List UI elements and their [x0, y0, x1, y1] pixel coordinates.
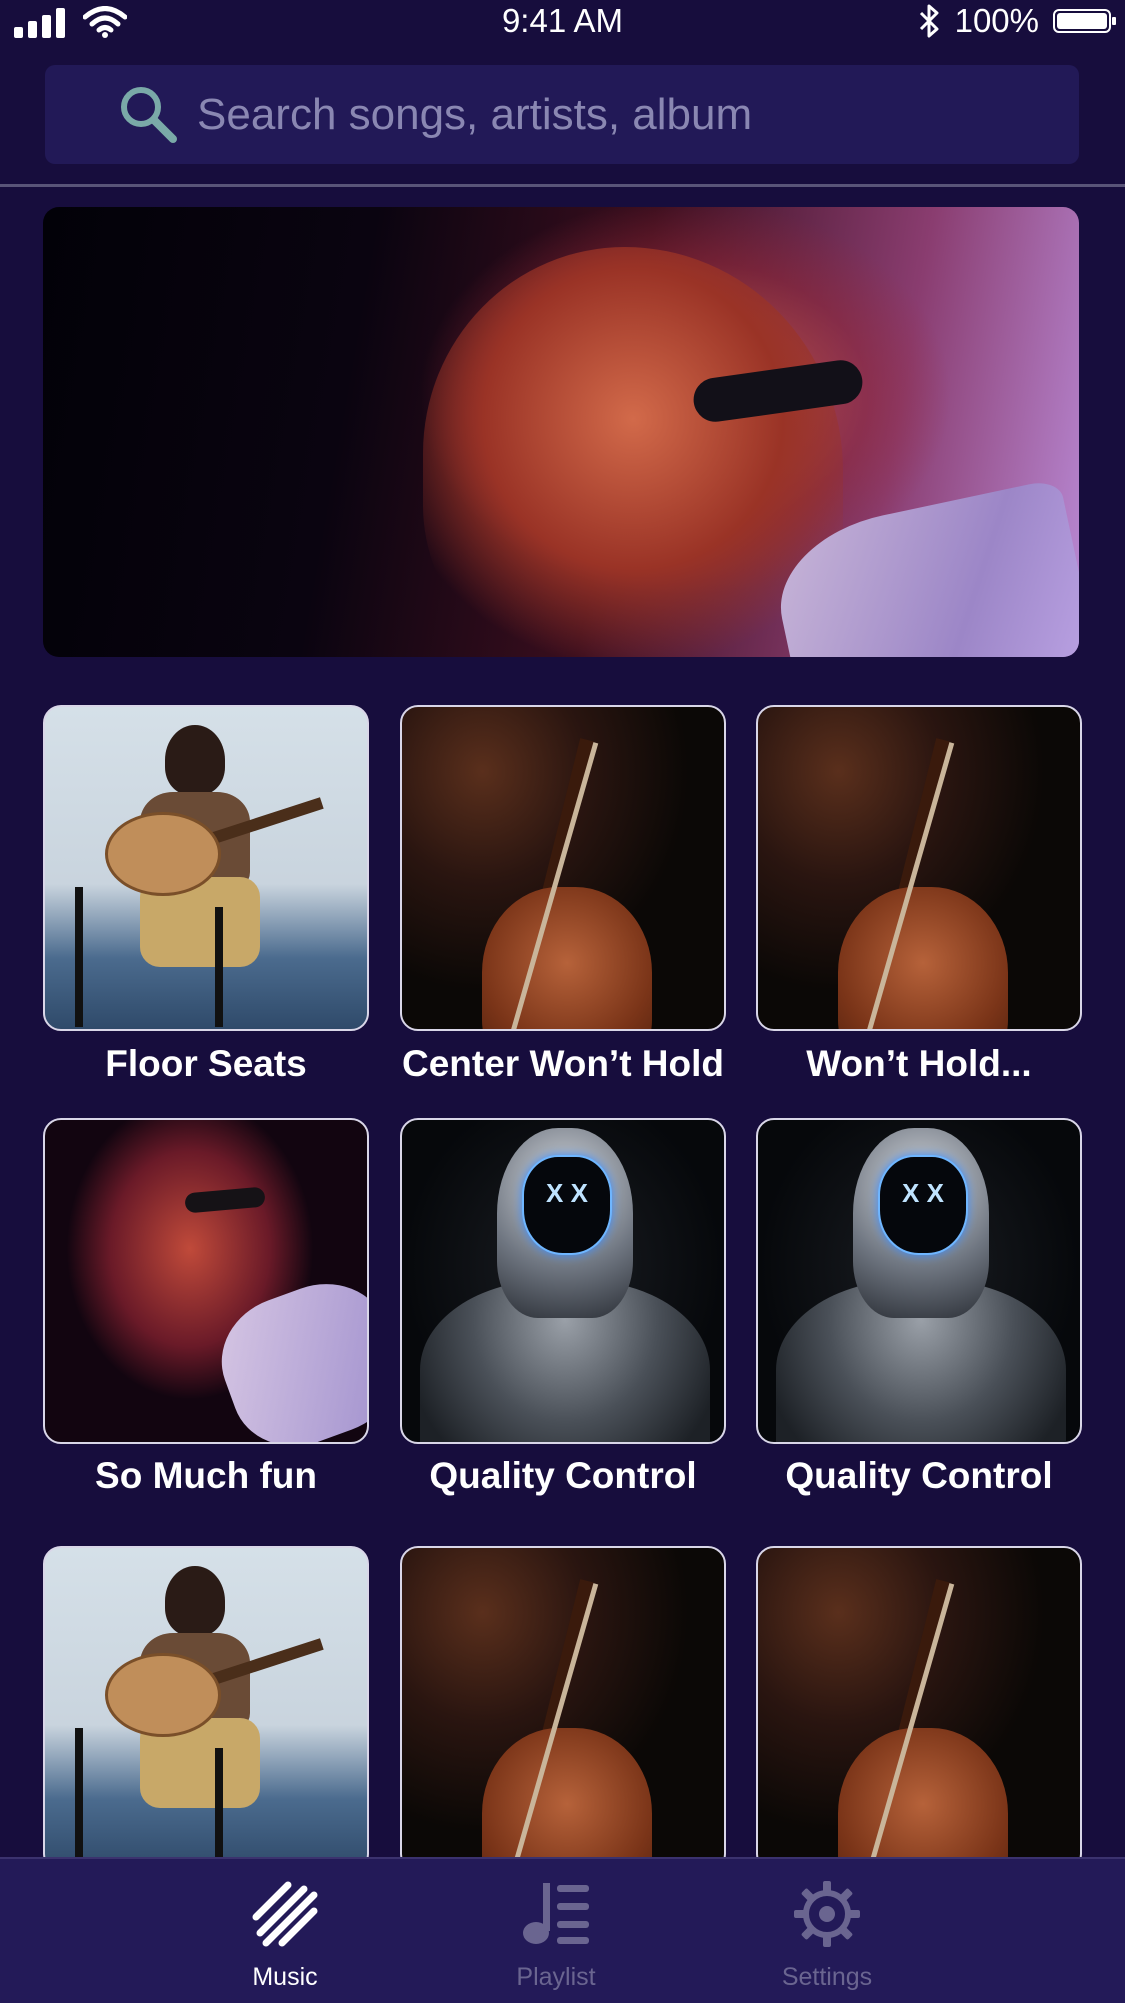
- header-divider: [0, 184, 1125, 187]
- album-title[interactable]: Floor Seats: [26, 1043, 386, 1085]
- album-title[interactable]: Quality Control: [739, 1455, 1099, 1497]
- nav-label-settings: Settings: [781, 1963, 873, 1991]
- bottom-nav: Music Playlist Settings: [0, 1857, 1125, 2003]
- nav-item-playlist[interactable]: Playlist: [456, 1859, 656, 2003]
- status-bar: 9:41 AM 100%: [0, 0, 1125, 50]
- album-cover-quality-control[interactable]: X X: [400, 1118, 726, 1444]
- album-cover-floor-seats[interactable]: [43, 705, 369, 1031]
- battery-icon: [1053, 9, 1116, 33]
- album-cover-so-much-fun[interactable]: [43, 1118, 369, 1444]
- album-cover[interactable]: [756, 1546, 1082, 1872]
- search-bar[interactable]: [45, 65, 1079, 164]
- album-title[interactable]: Won’t Hold...: [739, 1043, 1099, 1085]
- battery-percent: 100%: [954, 2, 1039, 39]
- featured-banner[interactable]: [43, 207, 1079, 657]
- search-input[interactable]: [197, 65, 1057, 164]
- bluetooth-icon: [919, 4, 939, 38]
- hero-image: [423, 247, 843, 657]
- album-title[interactable]: Quality Control: [383, 1455, 743, 1497]
- album-title[interactable]: So Much fun: [26, 1455, 386, 1497]
- music-icon: [252, 1881, 318, 1947]
- nav-item-music[interactable]: Music: [185, 1859, 385, 2003]
- battery-fill: [1057, 13, 1107, 29]
- nav-item-settings[interactable]: Settings: [727, 1859, 927, 2003]
- playlist-icon: [523, 1883, 589, 1944]
- album-title[interactable]: Center Won’t Hold: [383, 1043, 743, 1085]
- album-cover[interactable]: [43, 1546, 369, 1872]
- album-cover-wont-hold[interactable]: [756, 705, 1082, 1031]
- gear-icon: [794, 1881, 860, 1947]
- nav-label-playlist: Playlist: [516, 1963, 596, 1991]
- album-cover-center-wont-hold[interactable]: [400, 705, 726, 1031]
- album-cover[interactable]: [400, 1546, 726, 1872]
- search-icon: [121, 87, 177, 143]
- nav-label-music: Music: [252, 1963, 318, 1991]
- album-cover-quality-control[interactable]: X X: [756, 1118, 1082, 1444]
